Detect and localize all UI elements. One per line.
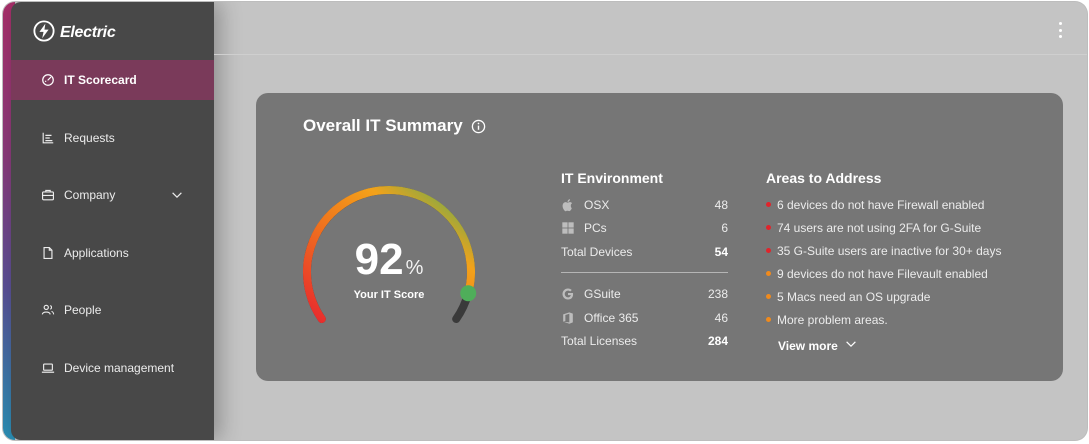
area-text: 35 G-Suite users are inactive for 30+ da… — [777, 243, 1002, 258]
score-label: Your IT Score — [353, 289, 425, 301]
score-number: 92 — [354, 235, 404, 284]
brand-logo[interactable]: Electric — [33, 19, 116, 47]
sidebar-item-label: Device management — [64, 360, 175, 375]
area-text: 9 devices do not have Filevault enabled — [777, 266, 988, 281]
score-unit: % — [405, 257, 424, 279]
document-icon — [41, 246, 55, 260]
area-text: 74 users are not using 2FA for G-Suite — [777, 220, 982, 235]
env-value: 284 — [707, 334, 728, 349]
sidebar-item-label: Requests — [64, 130, 115, 145]
list-icon — [41, 131, 55, 145]
app-window: Electric IT Scorecard Requests Company A… — [3, 2, 1087, 440]
brand-name: Electric — [60, 24, 116, 41]
env-value: 48 — [714, 197, 728, 212]
sidebar-item-requests[interactable]: Requests — [11, 118, 214, 158]
env-label: Office 365 — [584, 310, 639, 325]
area-item[interactable]: 6 devices do not have Firewall enabled — [766, 193, 1036, 216]
sidebar-item-label: IT Scorecard — [64, 73, 137, 87]
severity-dot — [766, 294, 771, 299]
env-label: GSuite — [584, 287, 621, 302]
sidebar-item-device-management[interactable]: Device management — [11, 348, 214, 388]
areas-to-address: Areas to Address 6 devices do not have F… — [766, 170, 1036, 354]
env-row-total-licenses: Total Licenses 284 — [561, 330, 728, 354]
sidebar-item-label: Company — [64, 188, 116, 202]
view-more-button[interactable]: View more — [778, 337, 1036, 354]
sidebar-item-label: People — [64, 303, 102, 317]
sidebar-item-people[interactable]: People — [11, 290, 214, 330]
env-label: OSX — [584, 197, 610, 212]
chevron-down-icon[interactable] — [170, 188, 184, 202]
severity-dot — [766, 248, 771, 253]
severity-dot — [766, 317, 771, 322]
briefcase-icon — [41, 188, 55, 202]
it-environment: IT Environment OSX 48 PCs 6 Total Device… — [561, 170, 728, 353]
sidebar-item-label: Applications — [64, 245, 129, 260]
it-score-value: 92% — [294, 235, 484, 285]
sidebar-nav: IT Scorecard Requests Company Applicatio… — [11, 60, 214, 405]
env-value: 6 — [721, 221, 728, 236]
env-label: Total Devices — [561, 244, 633, 259]
lightning-bolt-icon — [33, 19, 55, 47]
laptop-icon — [41, 361, 55, 375]
env-row-osx: OSX 48 — [561, 193, 728, 217]
it-environment-title: IT Environment — [561, 170, 663, 186]
windows-icon — [561, 221, 575, 235]
it-summary-card: Overall IT Summary 92% Your IT Score IT … — [256, 93, 1063, 381]
sidebar: Electric IT Scorecard Requests Company A… — [11, 2, 214, 440]
sidebar-item-company[interactable]: Company — [11, 175, 214, 215]
kebab-menu-icon[interactable] — [1057, 22, 1063, 38]
sidebar-item-applications[interactable]: Applications — [11, 233, 214, 273]
gauge-icon — [41, 73, 55, 87]
office-icon — [561, 311, 575, 325]
area-text: 5 Macs need an OS upgrade — [777, 289, 931, 304]
area-item[interactable]: 35 G-Suite users are inactive for 30+ da… — [766, 239, 1036, 262]
card-title-text: Overall IT Summary — [303, 116, 463, 135]
severity-dot — [766, 202, 771, 207]
env-label: PCs — [584, 221, 607, 236]
env-row-gsuite: GSuite 238 — [561, 283, 728, 307]
area-text: 6 devices do not have Firewall enabled — [777, 197, 985, 212]
env-row-pcs: PCs 6 — [561, 217, 728, 241]
env-label: Total Licenses — [561, 334, 638, 349]
area-text: More problem areas. — [777, 312, 888, 327]
areas-title: Areas to Address — [766, 170, 882, 186]
env-value: 238 — [707, 287, 728, 302]
env-row-total-devices: Total Devices 54 — [561, 240, 728, 264]
severity-dot — [766, 225, 771, 230]
env-value: 54 — [714, 244, 728, 259]
header-divider — [214, 54, 1087, 55]
apple-icon — [561, 198, 575, 212]
severity-dot — [766, 271, 771, 276]
area-item[interactable]: 74 users are not using 2FA for G-Suite — [766, 216, 1036, 239]
area-item[interactable]: 5 Macs need an OS upgrade — [766, 285, 1036, 308]
people-icon — [41, 303, 55, 317]
view-more-label: View more — [778, 338, 838, 353]
env-divider — [561, 271, 728, 273]
sidebar-item-it-scorecard[interactable]: IT Scorecard — [11, 60, 214, 100]
chevron-down-icon — [838, 337, 858, 354]
info-icon[interactable] — [471, 119, 486, 134]
google-icon — [561, 287, 575, 301]
area-item[interactable]: More problem areas. — [766, 308, 1036, 331]
area-item[interactable]: 9 devices do not have Filevault enabled — [766, 262, 1036, 285]
env-value: 46 — [714, 310, 728, 325]
env-row-office-365: Office 365 46 — [561, 306, 728, 330]
card-title: Overall IT Summary — [303, 116, 486, 136]
